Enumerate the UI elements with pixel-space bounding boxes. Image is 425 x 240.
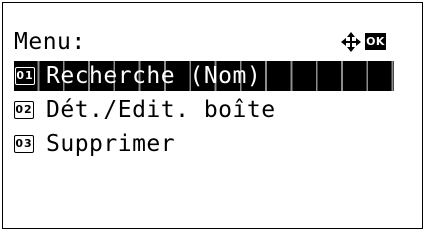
ok-key-icon: OK xyxy=(365,33,386,50)
menu-header: Menu: OK xyxy=(14,27,394,57)
menu-title: Menu: xyxy=(14,29,86,55)
menu-item-label: Supprimer xyxy=(46,131,176,157)
menu-item-label: Dét./Edit. boîte xyxy=(46,97,276,123)
menu-item-label: Recherche (Nom) xyxy=(46,63,262,89)
menu-item-det-edit-boite[interactable]: 02 Dét./Edit. boîte xyxy=(14,95,394,125)
item-number-badge: 03 xyxy=(14,135,34,153)
menu-item-recherche-nom[interactable]: 01 Recherche (Nom) xyxy=(14,61,394,91)
four-way-arrow-icon xyxy=(341,32,361,52)
menu-list: 01 Recherche (Nom) 02 Dét./Edit. boîte 0… xyxy=(14,61,394,163)
item-number-badge: 01 xyxy=(15,67,35,85)
lcd-screen: Menu: OK 01 Recherche (Nom) 02 Dét./Edit… xyxy=(2,2,423,229)
menu-item-supprimer[interactable]: 03 Supprimer xyxy=(14,129,394,159)
item-number-badge: 02 xyxy=(14,101,34,119)
